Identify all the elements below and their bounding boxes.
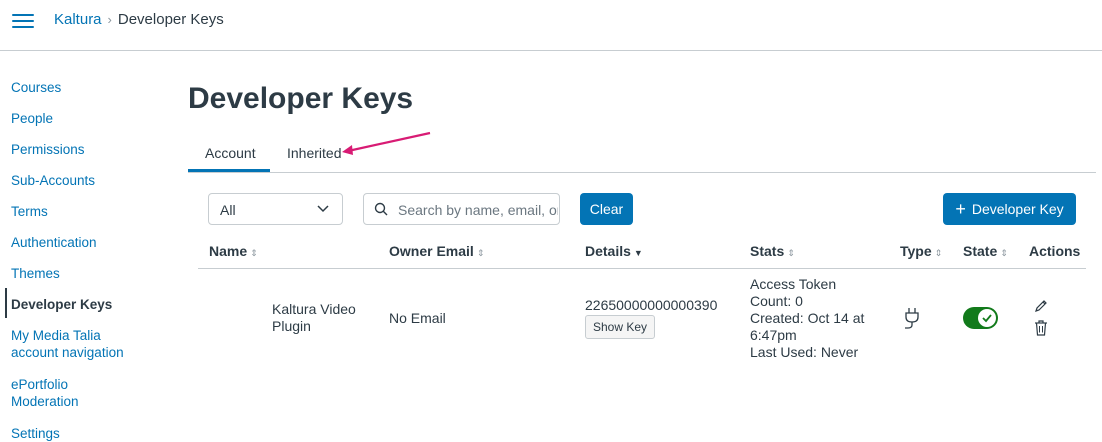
sort-icon: ⇕	[250, 248, 258, 258]
check-icon	[982, 314, 992, 323]
sort-icon: ⇕	[787, 248, 795, 258]
tab-inherited[interactable]: Inherited	[287, 145, 341, 161]
show-key-button[interactable]: Show Key	[585, 315, 656, 339]
column-header-state[interactable]: State ⇕	[963, 243, 1008, 259]
column-header-actions: Actions	[1029, 243, 1081, 259]
tab-selected-indicator	[188, 169, 270, 172]
edit-pencil-icon[interactable]	[1034, 299, 1048, 313]
key-name: Kaltura Video Plugin	[272, 301, 356, 334]
nav-permissions[interactable]: Permissions	[11, 141, 85, 158]
nav-eportfolio-moderation[interactable]: ePortfolio Moderation	[11, 376, 111, 410]
search-box	[363, 193, 560, 225]
key-stats-access-token: Access Token Count: 0	[750, 276, 837, 309]
owner-email: No Email	[389, 310, 446, 326]
sort-descending-icon: ▼	[633, 248, 643, 258]
key-filter-value: All	[220, 202, 236, 218]
key-stats-last-used: Last Used: Never	[750, 344, 859, 360]
key-filter-select[interactable]: All	[208, 193, 343, 225]
clear-button[interactable]: Clear	[580, 193, 633, 225]
column-header-type[interactable]: Type ⇕	[900, 243, 942, 259]
chevron-down-icon	[317, 205, 329, 213]
plug-icon	[905, 308, 919, 329]
column-header-stats[interactable]: Stats ⇕	[750, 243, 795, 259]
sort-icon: ⇕	[476, 248, 485, 258]
breadcrumb-current: Developer Keys	[117, 11, 224, 28]
add-developer-key-label: Developer Key	[971, 201, 1064, 217]
nav-themes[interactable]: Themes	[11, 265, 60, 282]
annotation-arrow-icon	[342, 131, 431, 155]
nav-people[interactable]: People	[11, 110, 53, 127]
column-header-name[interactable]: Name ⇕	[209, 243, 258, 259]
toggle-knob	[978, 309, 996, 327]
sort-icon: ⇕	[934, 248, 943, 258]
breadcrumb: Kaltura › Developer Keys	[54, 11, 224, 28]
column-header-details[interactable]: Details ▼	[585, 243, 643, 259]
tab-account[interactable]: Account	[205, 145, 256, 161]
column-header-owner-email[interactable]: Owner Email ⇕	[389, 243, 484, 259]
add-developer-key-button[interactable]: + Developer Key	[943, 193, 1076, 225]
breadcrumb-separator-icon: ›	[107, 12, 112, 27]
table-header-divider	[198, 268, 1086, 269]
search-icon	[374, 202, 388, 216]
nav-settings[interactable]: Settings	[11, 425, 60, 442]
nav-courses[interactable]: Courses	[11, 79, 61, 96]
top-bar: Kaltura › Developer Keys	[0, 0, 1102, 51]
nav-terms[interactable]: Terms	[11, 203, 48, 220]
nav-developer-keys[interactable]: Developer Keys	[11, 296, 112, 313]
trash-icon[interactable]	[1034, 320, 1048, 336]
nav-authentication[interactable]: Authentication	[11, 234, 97, 251]
tab-list: Account Inherited	[188, 136, 1096, 173]
key-stats-created: Created: Oct 14 at 6:47pm	[750, 310, 865, 343]
plus-icon: +	[955, 199, 966, 219]
hamburger-menu-icon[interactable]	[12, 10, 34, 30]
breadcrumb-kaltura-link[interactable]: Kaltura	[54, 11, 102, 28]
page-title: Developer Keys	[188, 82, 414, 115]
sort-icon: ⇕	[1000, 248, 1008, 258]
key-id: 22650000000000390	[585, 297, 718, 313]
nav-active-indicator	[5, 288, 7, 318]
search-input[interactable]	[396, 199, 560, 221]
key-state-toggle[interactable]	[963, 307, 998, 329]
nav-sub-accounts[interactable]: Sub-Accounts	[11, 172, 95, 189]
nav-my-media[interactable]: My Media Talia account navigation	[11, 327, 131, 361]
